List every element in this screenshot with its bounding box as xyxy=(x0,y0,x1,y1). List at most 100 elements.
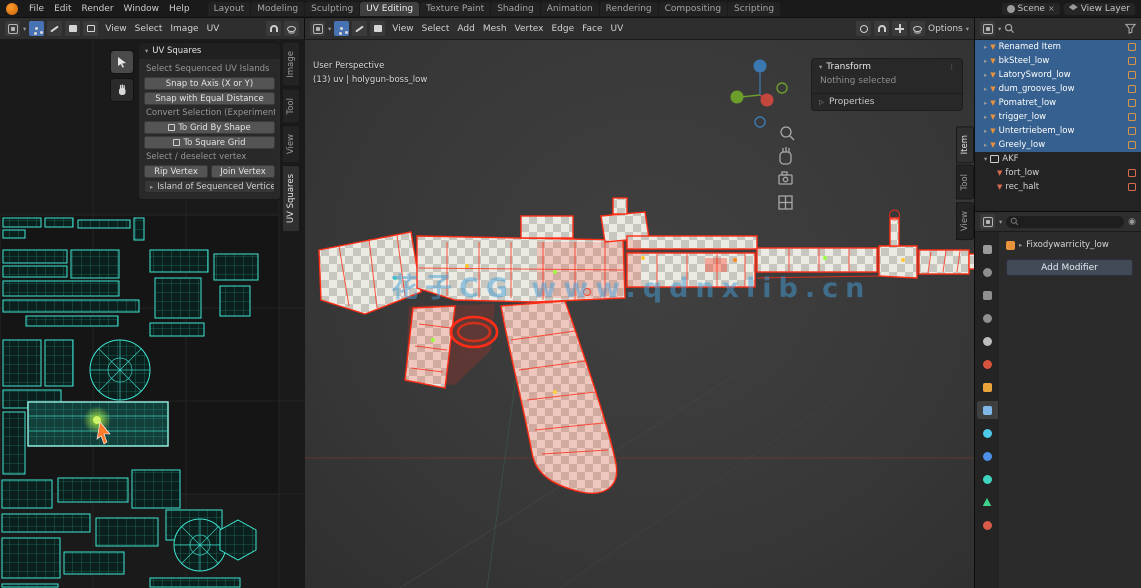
gun-model[interactable] xyxy=(319,198,975,493)
proportional-edit-button[interactable] xyxy=(856,21,871,36)
mesh-data-icon[interactable] xyxy=(1128,71,1136,79)
workspace-tab[interactable]: Scripting xyxy=(728,2,780,16)
snap-equal-distance-button[interactable]: Snap with Equal Distance xyxy=(144,92,275,105)
camera-view-icon[interactable] xyxy=(779,172,792,184)
properties-tab[interactable] xyxy=(977,240,998,258)
viewport-menu-item[interactable]: Add xyxy=(453,23,478,35)
uv-menu-item[interactable]: Select xyxy=(131,23,167,35)
uv-sidebar-tab[interactable]: Image xyxy=(282,42,300,87)
expand-arrow-icon[interactable]: ▸ xyxy=(984,141,987,149)
viewport-menu-item[interactable]: Select xyxy=(418,23,454,35)
mesh-select-face-button[interactable] xyxy=(370,21,385,36)
properties-tab[interactable] xyxy=(977,401,998,419)
workspace-tab[interactable]: Layout xyxy=(208,2,251,16)
properties-search-input[interactable] xyxy=(1006,216,1124,228)
workspace-tab[interactable]: Animation xyxy=(541,2,599,16)
grab-tool-button[interactable] xyxy=(110,78,134,102)
gizmo-neg-z-axis[interactable] xyxy=(755,117,765,127)
workspace-tab[interactable]: Texture Paint xyxy=(420,2,490,16)
gizmo-y-axis[interactable] xyxy=(731,91,744,104)
viewport-sidebar-tab[interactable]: Tool xyxy=(956,165,974,200)
mesh-data-icon[interactable] xyxy=(1128,113,1136,121)
properties-tab[interactable] xyxy=(977,378,998,396)
mesh-data-icon[interactable] xyxy=(1128,127,1136,135)
properties-tab[interactable] xyxy=(977,309,998,327)
properties-tab[interactable] xyxy=(977,470,998,488)
scene-selector[interactable]: Scene × xyxy=(1002,3,1060,15)
workspace-tab[interactable]: Compositing xyxy=(659,2,727,16)
uv-overlays-button[interactable] xyxy=(284,21,299,36)
snap-to-axis-button[interactable]: Snap to Axis (X or Y) xyxy=(144,77,275,90)
outliner-item[interactable]: ▸ ▼ dum_grooves_low xyxy=(975,82,1141,96)
to-square-grid-button[interactable]: To Square Grid xyxy=(144,136,275,149)
viewport-editor-type-button[interactable] xyxy=(310,21,325,36)
expand-arrow-icon[interactable]: ▸ xyxy=(984,99,987,107)
outliner-item[interactable]: ▸ ▼ LatorySword_low xyxy=(975,68,1141,82)
outliner-item[interactable]: ▸ ▼ Renamed Item xyxy=(975,40,1141,54)
add-modifier-button[interactable]: Add Modifier xyxy=(1006,259,1133,276)
editor-type-button[interactable] xyxy=(5,21,20,36)
uv-select-vertex-button[interactable] xyxy=(29,21,44,36)
options-dropdown[interactable]: Options xyxy=(928,24,963,34)
join-vertex-button[interactable]: Join Vertex xyxy=(211,165,275,178)
viewport-menu-item[interactable]: UV xyxy=(606,23,627,35)
expand-arrow-icon[interactable]: ▸ xyxy=(984,43,987,51)
gizmos-button[interactable] xyxy=(892,21,907,36)
navigation-gizmo[interactable] xyxy=(731,60,788,128)
menu-item[interactable]: Help xyxy=(164,3,195,15)
outliner-item[interactable]: ▸ ▼ Untertriebem_low xyxy=(975,124,1141,138)
uv-select-face-button[interactable] xyxy=(65,21,80,36)
workspace-tab[interactable]: Sculpting xyxy=(305,2,359,16)
outliner-child-item[interactable]: ▼ fort_low xyxy=(975,166,1141,180)
properties-tab[interactable] xyxy=(977,424,998,442)
outliner-item[interactable]: ▸ ▼ Pomatret_low xyxy=(975,96,1141,110)
scene-unlink-icon[interactable]: × xyxy=(1048,4,1055,13)
zoom-icon[interactable] xyxy=(781,127,794,140)
mesh-data-icon-red[interactable] xyxy=(1128,169,1136,177)
viewport-3d[interactable]: User Perspective (13) uv | holygun-boss_… xyxy=(305,40,975,588)
uv-menu-item[interactable]: UV xyxy=(203,23,224,35)
uv-select-edge-button[interactable] xyxy=(47,21,62,36)
mesh-data-icon-red[interactable] xyxy=(1128,183,1136,191)
menu-item[interactable]: File xyxy=(24,3,49,15)
uv-menu-item[interactable]: View xyxy=(101,23,130,35)
viewport-sidebar-tab[interactable]: Item xyxy=(956,126,974,163)
outliner-collection[interactable]: ▾ AKF xyxy=(975,152,1141,166)
view-layer-selector[interactable]: View Layer xyxy=(1064,3,1135,15)
uv-select-island-button[interactable] xyxy=(83,21,98,36)
expand-arrow-icon[interactable]: ▸ xyxy=(984,71,987,79)
mesh-data-icon[interactable] xyxy=(1128,99,1136,107)
properties-tab[interactable] xyxy=(977,332,998,350)
outliner-editor-type-button[interactable] xyxy=(980,21,995,36)
outliner-item[interactable]: ▸ ▼ bkSteel_low xyxy=(975,54,1141,68)
menu-item[interactable]: Window xyxy=(119,3,165,15)
gizmo-x-axis[interactable] xyxy=(761,94,774,107)
properties-tab[interactable] xyxy=(977,516,998,534)
properties-tab[interactable] xyxy=(977,286,998,304)
menu-item[interactable]: Render xyxy=(77,3,119,15)
menu-item[interactable]: Edit xyxy=(49,3,76,15)
mesh-select-edge-button[interactable] xyxy=(352,21,367,36)
expand-arrow-icon[interactable]: ▸ xyxy=(984,85,987,93)
properties-editor-type-button[interactable] xyxy=(980,214,995,229)
uv-sidebar-tab[interactable]: Tool xyxy=(282,89,300,124)
collection-expand-icon[interactable]: ▾ xyxy=(984,155,987,163)
ortho-toggle-icon[interactable] xyxy=(779,196,792,209)
overlays-button[interactable] xyxy=(910,21,925,36)
expand-arrow-icon[interactable]: ▸ xyxy=(984,127,987,135)
pin-icon[interactable]: ◉ xyxy=(1128,217,1136,227)
properties-tab[interactable] xyxy=(977,263,998,281)
mesh-data-icon[interactable] xyxy=(1128,85,1136,93)
uv-snap-button[interactable] xyxy=(266,21,281,36)
outliner-item[interactable]: ▸ ▼ trigger_low xyxy=(975,110,1141,124)
viewport-menu-item[interactable]: Face xyxy=(578,23,606,35)
search-icon[interactable] xyxy=(1004,23,1015,34)
properties-tab[interactable] xyxy=(977,447,998,465)
workspace-tab[interactable]: UV Editing xyxy=(360,2,419,16)
viewport-menu-item[interactable]: Mesh xyxy=(479,23,511,35)
workspace-tab[interactable]: Shading xyxy=(491,2,540,16)
panel-drag-icon[interactable]: ⋮ xyxy=(949,63,956,71)
viewport-sidebar-tab[interactable]: View xyxy=(956,202,974,240)
transform-panel-header[interactable]: ▾ Transform ⋮ xyxy=(812,59,962,75)
island-subpanel-button[interactable]: ▸ Island of Sequenced Vertices xyxy=(144,180,275,193)
